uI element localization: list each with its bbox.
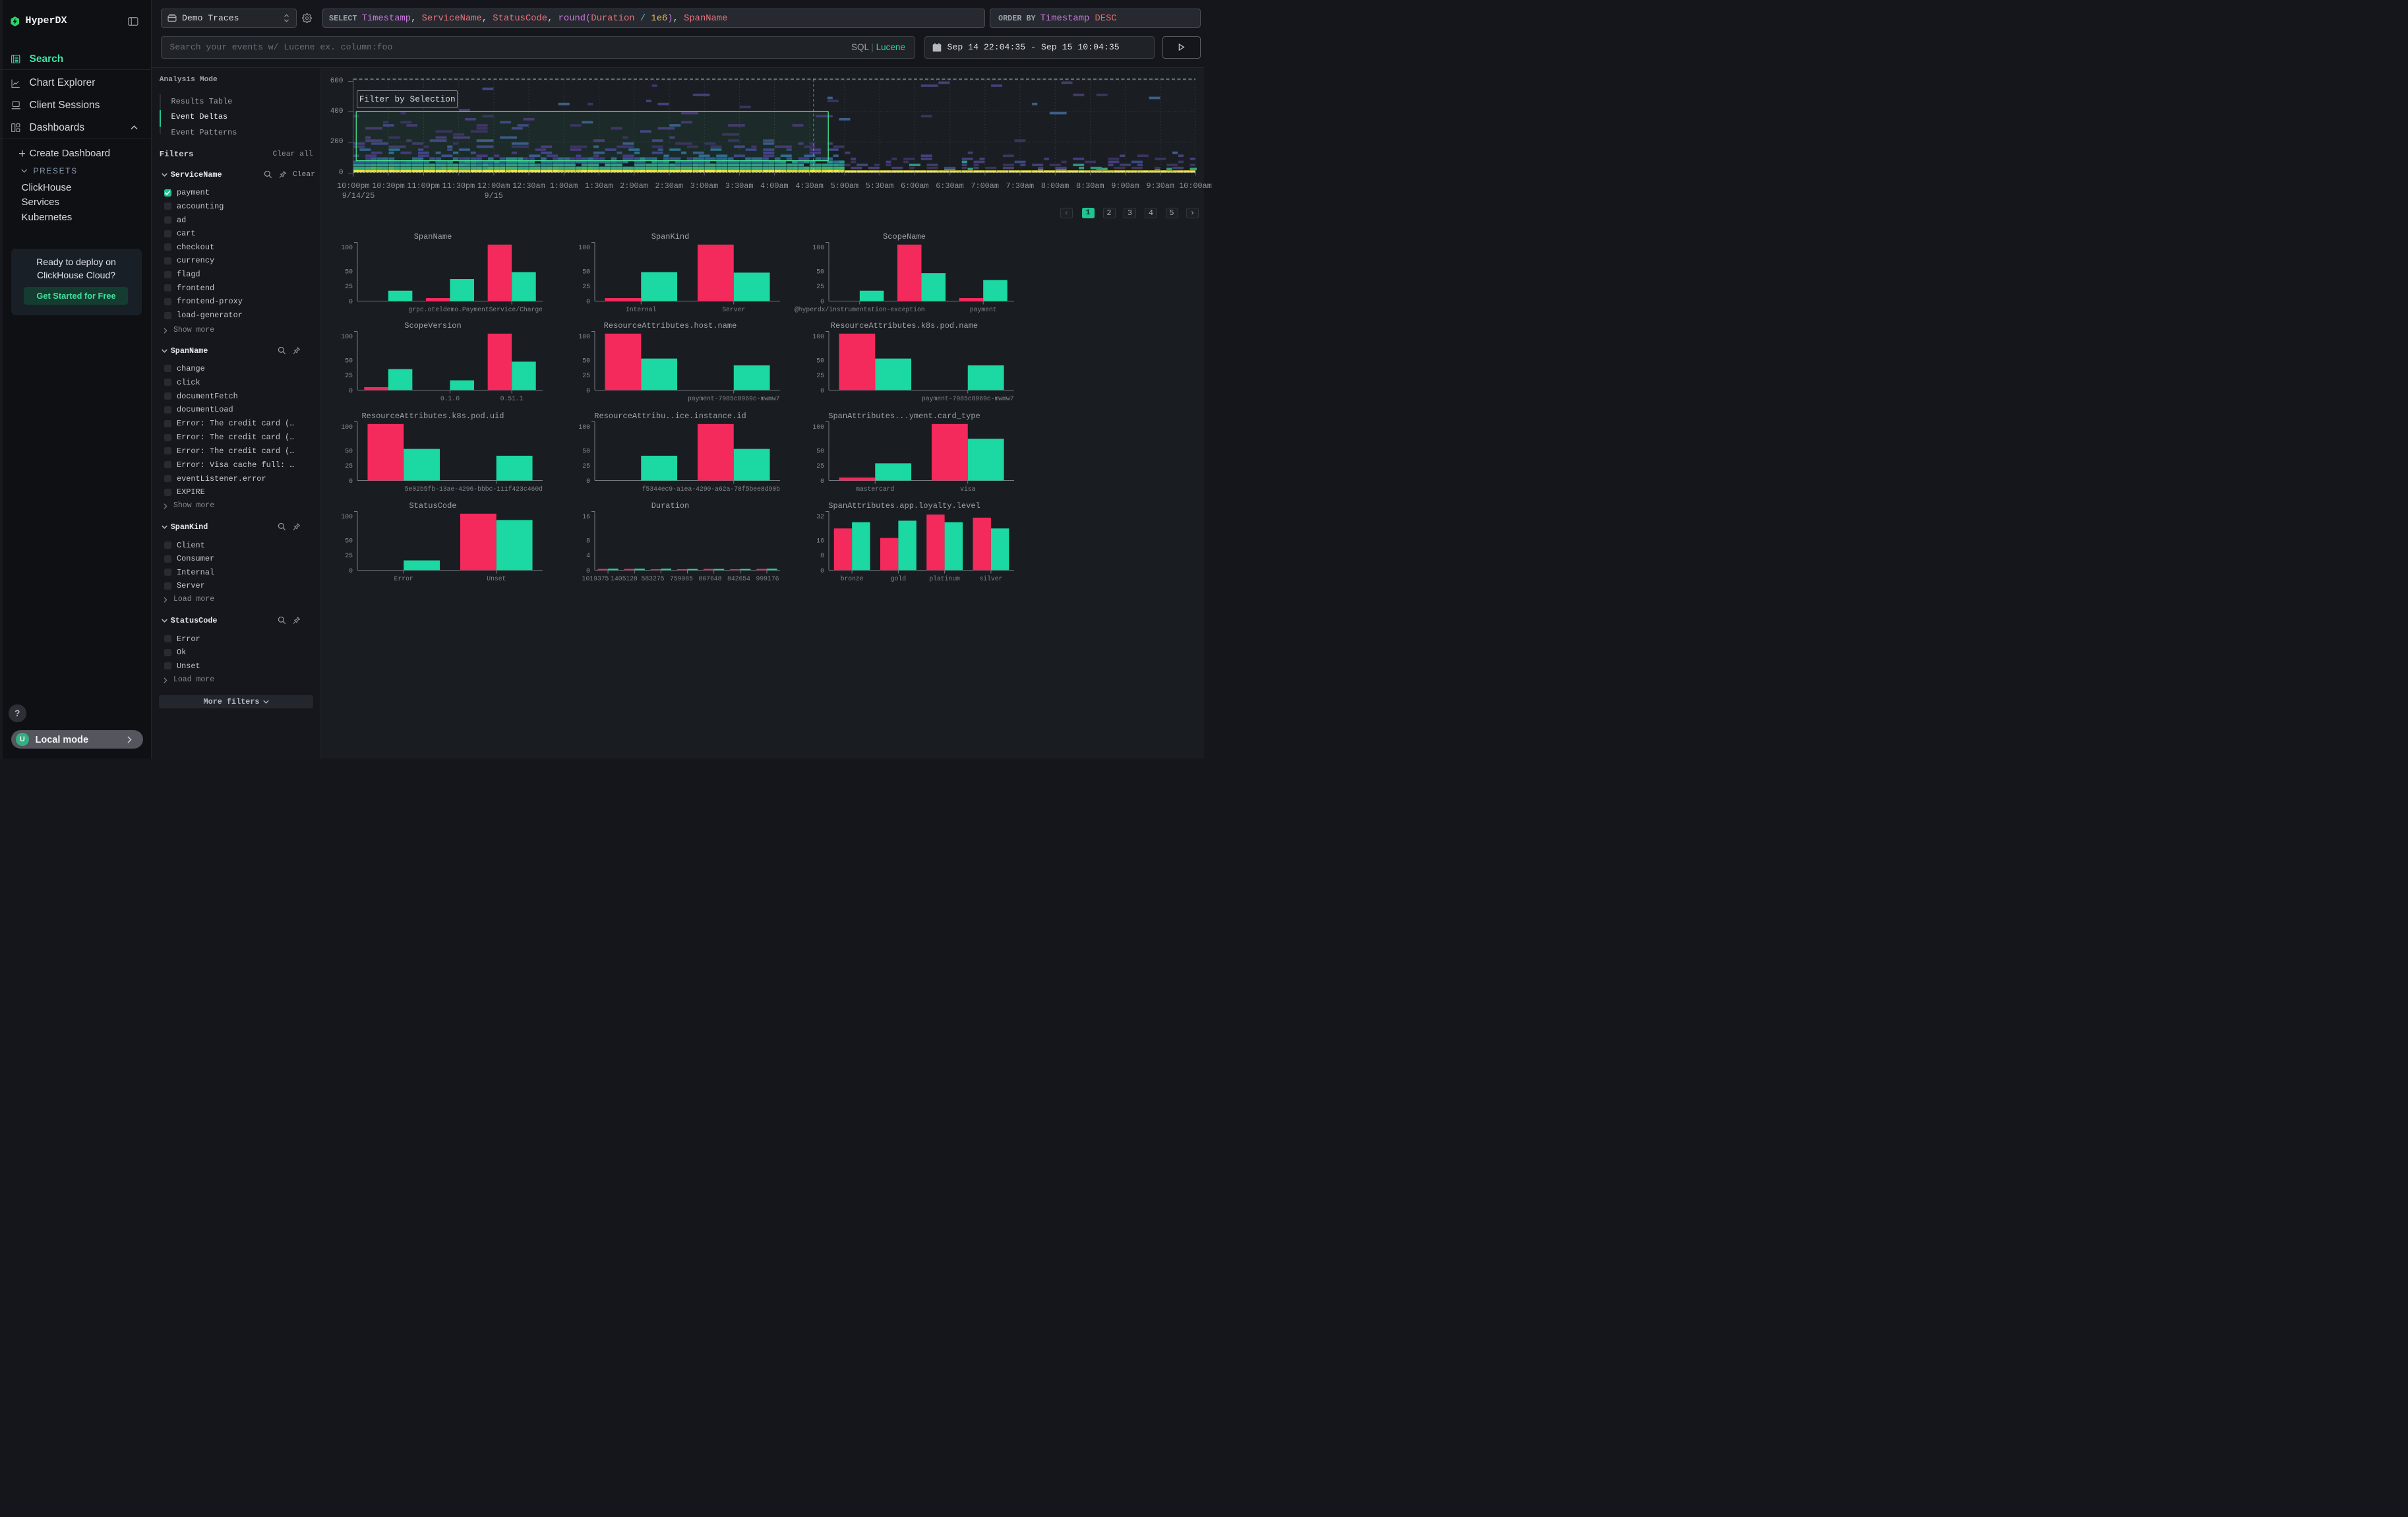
svg-text:25: 25	[345, 283, 353, 290]
svg-text:StatusCode: StatusCode	[409, 501, 456, 511]
svg-text:0: 0	[349, 298, 353, 305]
svg-text:0: 0	[820, 567, 824, 574]
svg-text:50: 50	[582, 357, 590, 365]
svg-text:50: 50	[582, 448, 590, 455]
svg-text:SpanName: SpanName	[413, 232, 452, 241]
svg-text:50: 50	[816, 448, 824, 455]
svg-text:50: 50	[816, 357, 824, 365]
svg-text:32: 32	[816, 512, 824, 520]
svg-text:0: 0	[349, 478, 353, 485]
svg-text:25: 25	[345, 372, 353, 379]
svg-text:1019375: 1019375	[582, 575, 609, 582]
svg-text:mastercard: mastercard	[856, 485, 894, 493]
svg-text:grpc.oteldemo.PaymentService/C: grpc.oteldemo.PaymentService/Charge	[408, 306, 543, 313]
svg-text:0: 0	[820, 387, 824, 394]
svg-text:0: 0	[586, 298, 590, 305]
svg-text:583275: 583275	[641, 575, 664, 582]
svg-text:50: 50	[816, 268, 824, 276]
svg-text:0: 0	[586, 478, 590, 485]
svg-text:16: 16	[816, 537, 824, 544]
svg-text:25: 25	[582, 372, 590, 379]
svg-text:100: 100	[341, 512, 353, 520]
svg-text:0.51.1: 0.51.1	[500, 395, 523, 402]
svg-text:25: 25	[816, 372, 824, 379]
svg-text:4: 4	[586, 552, 590, 559]
svg-text:SpanAttributes.app.loyalty.lev: SpanAttributes.app.loyalty.level	[828, 501, 980, 511]
svg-text:100: 100	[341, 333, 353, 340]
svg-text:100: 100	[578, 423, 590, 431]
svg-text:16: 16	[582, 512, 590, 520]
svg-text:Duration: Duration	[651, 501, 689, 511]
svg-text:Unset: Unset	[487, 575, 506, 582]
svg-text:100: 100	[812, 423, 824, 431]
svg-text:bronze: bronze	[841, 575, 864, 582]
svg-text:0: 0	[820, 478, 824, 485]
svg-text:100: 100	[578, 333, 590, 340]
svg-text:25: 25	[345, 552, 353, 559]
svg-text:25: 25	[816, 283, 824, 290]
svg-text:platinum: platinum	[929, 575, 960, 582]
svg-text:SpanAttributes...yment.card_ty: SpanAttributes...yment.card_type	[828, 412, 980, 421]
svg-text:0: 0	[349, 567, 353, 574]
svg-text:payment-7985c8969c-mwmw7: payment-7985c8969c-mwmw7	[688, 395, 780, 402]
svg-text:silver: silver	[979, 575, 1002, 582]
svg-text:0: 0	[586, 567, 590, 574]
svg-text:50: 50	[345, 448, 353, 455]
svg-text:25: 25	[582, 283, 590, 290]
svg-text:Error: Error	[394, 575, 413, 582]
svg-text:100: 100	[812, 333, 824, 340]
svg-text:payment: payment	[970, 306, 997, 313]
svg-text:999176: 999176	[756, 575, 779, 582]
svg-text:759085: 759085	[670, 575, 693, 582]
svg-text:0: 0	[586, 387, 590, 394]
svg-text:100: 100	[812, 244, 824, 251]
svg-text:0: 0	[820, 298, 824, 305]
svg-text:100: 100	[341, 423, 353, 431]
svg-text:100: 100	[578, 244, 590, 251]
svg-text:50: 50	[345, 537, 353, 544]
svg-text:ResourceAttribu..ice.instance.: ResourceAttribu..ice.instance.id	[594, 412, 746, 421]
svg-text:842654: 842654	[727, 575, 750, 582]
svg-text:SpanKind: SpanKind	[651, 232, 689, 241]
svg-text:gold: gold	[891, 575, 906, 582]
svg-text:Server: Server	[722, 306, 745, 313]
svg-text:@hyperdx/instrumentation-excep: @hyperdx/instrumentation-exception	[795, 306, 925, 313]
svg-text:f5344ec9-a1ea-4290-a62a-78f5be: f5344ec9-a1ea-4290-a62a-78f5bee8d90b	[642, 485, 780, 493]
svg-text:ResourceAttributes.k8s.pod.uid: ResourceAttributes.k8s.pod.uid	[361, 412, 504, 421]
svg-text:0: 0	[349, 387, 353, 394]
svg-text:ResourceAttributes.k8s.pod.nam: ResourceAttributes.k8s.pod.name	[831, 321, 978, 330]
svg-text:visa: visa	[960, 485, 975, 493]
svg-text:25: 25	[345, 462, 353, 470]
svg-text:ScopeName: ScopeName	[883, 232, 926, 241]
svg-text:807648: 807648	[698, 575, 721, 582]
svg-text:25: 25	[582, 462, 590, 470]
svg-text:5e02b5fb-13ae-4296-bbbc-111f42: 5e02b5fb-13ae-4296-bbbc-111f423c460d	[404, 485, 542, 493]
svg-text:ScopeVersion: ScopeVersion	[404, 321, 461, 330]
svg-text:1405128: 1405128	[611, 575, 638, 582]
svg-text:50: 50	[345, 268, 353, 276]
svg-text:8: 8	[820, 552, 824, 559]
svg-text:25: 25	[816, 462, 824, 470]
svg-text:ResourceAttributes.host.name: ResourceAttributes.host.name	[603, 321, 737, 330]
svg-text:50: 50	[345, 357, 353, 365]
svg-text:Internal: Internal	[626, 306, 657, 313]
svg-text:50: 50	[582, 268, 590, 276]
svg-text:0.1.0: 0.1.0	[440, 395, 459, 402]
svg-text:8: 8	[586, 537, 590, 544]
svg-text:100: 100	[341, 244, 353, 251]
svg-text:payment-7985c8969c-mwmw7: payment-7985c8969c-mwmw7	[922, 395, 1014, 402]
